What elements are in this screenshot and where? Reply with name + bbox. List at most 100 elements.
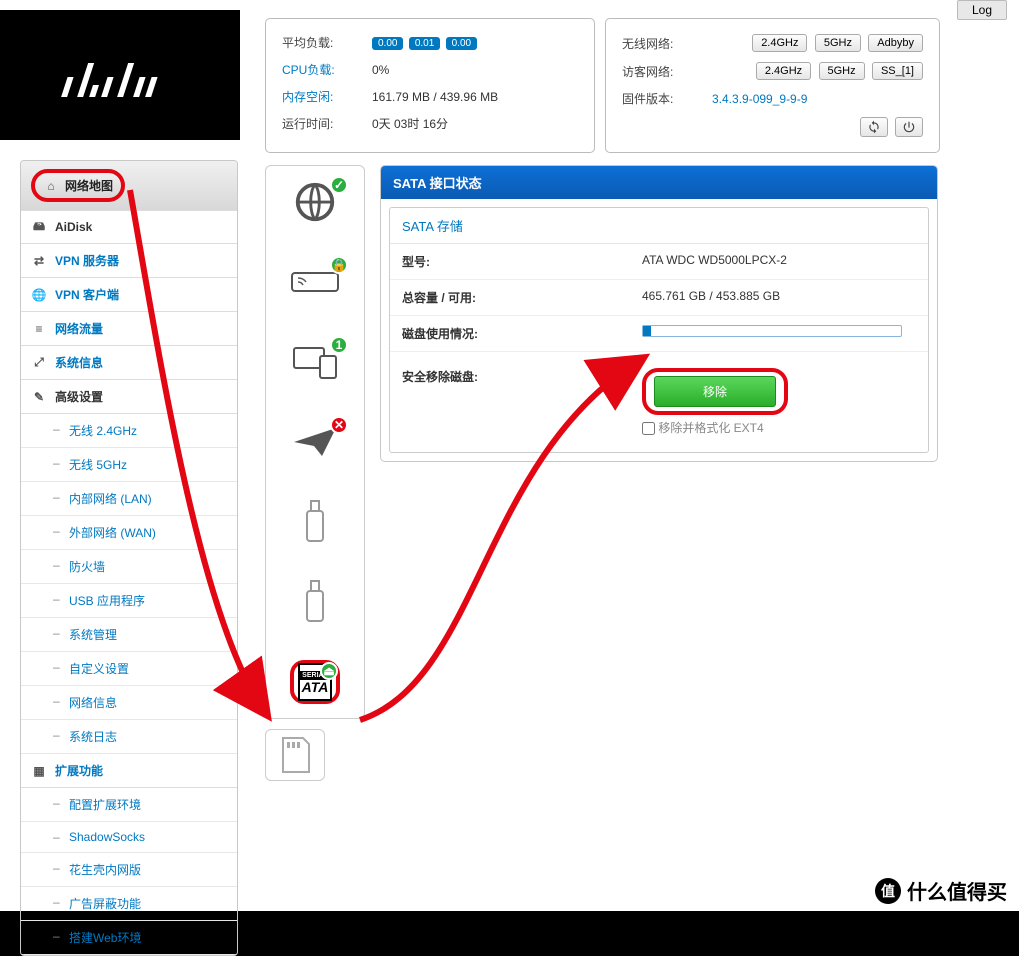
sidebar-sub-firewall[interactable]: 防火墙: [21, 550, 237, 584]
ss-button[interactable]: SS_[1]: [872, 62, 923, 80]
usage-label: 磁盘使用情况:: [402, 325, 642, 342]
usage-bar: [642, 325, 902, 337]
sidebar-item-label: AiDisk: [55, 220, 92, 234]
sidebar-sub-oray[interactable]: 花生壳内网版: [21, 853, 237, 887]
sdcard-icon: [279, 736, 311, 774]
status-card-network: 无线网络: 2.4GHz 5GHz Adbyby 访客网络: 2.4GHz 5G…: [605, 18, 940, 153]
sidebar-item-label: VPN 服务器: [55, 252, 119, 269]
vpn-device-icon[interactable]: ✕: [290, 420, 340, 464]
guest-label: 访客网络:: [620, 57, 710, 85]
capacity-value: 465.761 GB / 453.885 GB: [642, 289, 916, 306]
wifi-24-button[interactable]: 2.4GHz: [752, 34, 807, 52]
disk-icon: 🖴: [31, 219, 47, 235]
refresh-button[interactable]: [860, 117, 888, 137]
sidebar-sub-usb[interactable]: USB 应用程序: [21, 584, 237, 618]
grid-icon: ▦: [31, 763, 47, 779]
sidebar-item-label: VPN 客户端: [55, 286, 119, 303]
format-label: 移除并格式化 EXT4: [658, 421, 763, 435]
sidebar-item-ext[interactable]: ▦ 扩展功能: [21, 754, 237, 788]
sidebar-item-sysinfo[interactable]: ⤢ 系统信息: [21, 346, 237, 380]
device-icon-column: ✓ 🔒 1 ✕ SERIAL AT: [265, 165, 365, 781]
sidebar: ⌂ 网络地图 🖴 AiDisk ⇄ VPN 服务器 🌐 VPN 客户端 ≡ 网络…: [20, 160, 238, 956]
globe-icon: 🌐: [31, 287, 47, 303]
firmware-link[interactable]: 3.4.3.9-099_9-9-9: [712, 92, 807, 106]
sidebar-sub-extenv[interactable]: 配置扩展环境: [21, 788, 237, 822]
sidebar-item-advanced[interactable]: ✎ 高级设置: [21, 380, 237, 414]
wifi-5-button[interactable]: 5GHz: [815, 34, 861, 52]
sidebar-sub-syslog[interactable]: 系统日志: [21, 720, 237, 754]
usb-icon: [303, 499, 327, 545]
sidebar-item-netmap[interactable]: ⌂ 网络地图: [21, 161, 237, 211]
refresh-icon: [867, 120, 881, 134]
format-checkbox[interactable]: [642, 422, 655, 435]
sdcard-device-icon[interactable]: [265, 729, 325, 781]
status-ok-icon: ✓: [330, 176, 348, 194]
sidebar-item-vpnserver[interactable]: ⇄ VPN 服务器: [21, 244, 237, 278]
wifi-label: 无线网络:: [620, 29, 710, 57]
watermark-text: 什么值得买: [907, 876, 1007, 905]
power-icon: [902, 120, 916, 134]
sidebar-sub-wan[interactable]: 外部网络 (WAN): [21, 516, 237, 550]
watermark-icon: 值: [875, 878, 901, 904]
sidebar-item-traffic[interactable]: ≡ 网络流量: [21, 312, 237, 346]
internet-device-icon[interactable]: ✓: [290, 180, 340, 224]
cpu-load-value: 0%: [370, 56, 580, 83]
sidebar-item-label: 系统信息: [55, 354, 103, 371]
sidebar-item-label: 高级设置: [55, 388, 103, 405]
bars-icon: ≡: [31, 321, 47, 337]
info-icon: ⤢: [31, 355, 47, 371]
logo-icon: [60, 45, 180, 105]
sidebar-item-vpnclient[interactable]: 🌐 VPN 客户端: [21, 278, 237, 312]
model-label: 型号:: [402, 253, 642, 270]
sidebar-sub-adblock[interactable]: 广告屏蔽功能: [21, 887, 237, 921]
sata-device-icon[interactable]: SERIAL ATA ⏏: [290, 660, 340, 704]
router-device-icon[interactable]: 🔒: [290, 260, 340, 304]
guest-24-button[interactable]: 2.4GHz: [756, 62, 811, 80]
status-error-icon: ✕: [330, 416, 348, 434]
power-button[interactable]: [895, 117, 923, 137]
status-eject-icon: ⏏: [320, 662, 338, 680]
sidebar-sub-wifi24[interactable]: 无线 2.4GHz: [21, 414, 237, 448]
main-panel: SATA 接口状态 SATA 存储 型号: ATA WDC WD5000LPCX…: [380, 165, 938, 462]
capacity-label: 总容量 / 可用:: [402, 289, 642, 306]
sidebar-sub-wifi5[interactable]: 无线 5GHz: [21, 448, 237, 482]
guest-5-button[interactable]: 5GHz: [819, 62, 865, 80]
uptime-value: 0天 03时 16分: [370, 110, 580, 137]
home-icon: ⌂: [43, 178, 59, 194]
model-value: ATA WDC WD5000LPCX-2: [642, 253, 916, 270]
sidebar-sub-sysmgmt[interactable]: 系统管理: [21, 618, 237, 652]
mem-free-label[interactable]: 内存空闲:: [280, 83, 370, 110]
firmware-label: 固件版本:: [620, 85, 710, 112]
panel-title: SATA 接口状态: [381, 166, 937, 199]
sidebar-item-aidisk[interactable]: 🖴 AiDisk: [21, 211, 237, 244]
swap-icon: ⇄: [31, 253, 47, 269]
cpu-load-label[interactable]: CPU负载:: [280, 56, 370, 83]
avg-load-label: 平均负载:: [280, 29, 370, 56]
sidebar-item-label: 扩展功能: [55, 762, 103, 779]
sidebar-item-label: 网络地图: [65, 177, 113, 194]
avg-load-value: 0.00 0.01 0.00: [370, 29, 580, 56]
sidebar-sub-custom[interactable]: 自定义设置: [21, 652, 237, 686]
sidebar-sub-lan[interactable]: 内部网络 (LAN): [21, 482, 237, 516]
watermark: 值 什么值得买: [875, 876, 1007, 905]
usb2-device-icon[interactable]: [290, 580, 340, 624]
sidebar-sub-ss[interactable]: ShadowSocks: [21, 822, 237, 853]
client-count-badge: 1: [330, 336, 348, 354]
remove-button[interactable]: 移除: [654, 376, 776, 407]
mem-free-value: 161.79 MB / 439.96 MB: [370, 83, 580, 110]
section-title: SATA 存储: [390, 208, 928, 244]
remove-label: 安全移除磁盘:: [402, 368, 642, 385]
wrench-icon: ✎: [31, 389, 47, 405]
sidebar-sub-web[interactable]: 搭建Web环境: [21, 921, 237, 955]
log-button[interactable]: Log: [957, 0, 1007, 20]
sidebar-item-label: 网络流量: [55, 320, 103, 337]
usb-icon: [303, 579, 327, 625]
usb1-device-icon[interactable]: [290, 500, 340, 544]
logo-banner: [0, 10, 240, 140]
uptime-label: 运行时间:: [280, 110, 370, 137]
adbyby-button[interactable]: Adbyby: [868, 34, 923, 52]
clients-device-icon[interactable]: 1: [290, 340, 340, 384]
sidebar-sub-netinfo[interactable]: 网络信息: [21, 686, 237, 720]
status-lock-icon: 🔒: [330, 256, 348, 274]
status-card-system: 平均负载: 0.00 0.01 0.00 CPU负载: 0% 内存空闲: 161…: [265, 18, 595, 153]
